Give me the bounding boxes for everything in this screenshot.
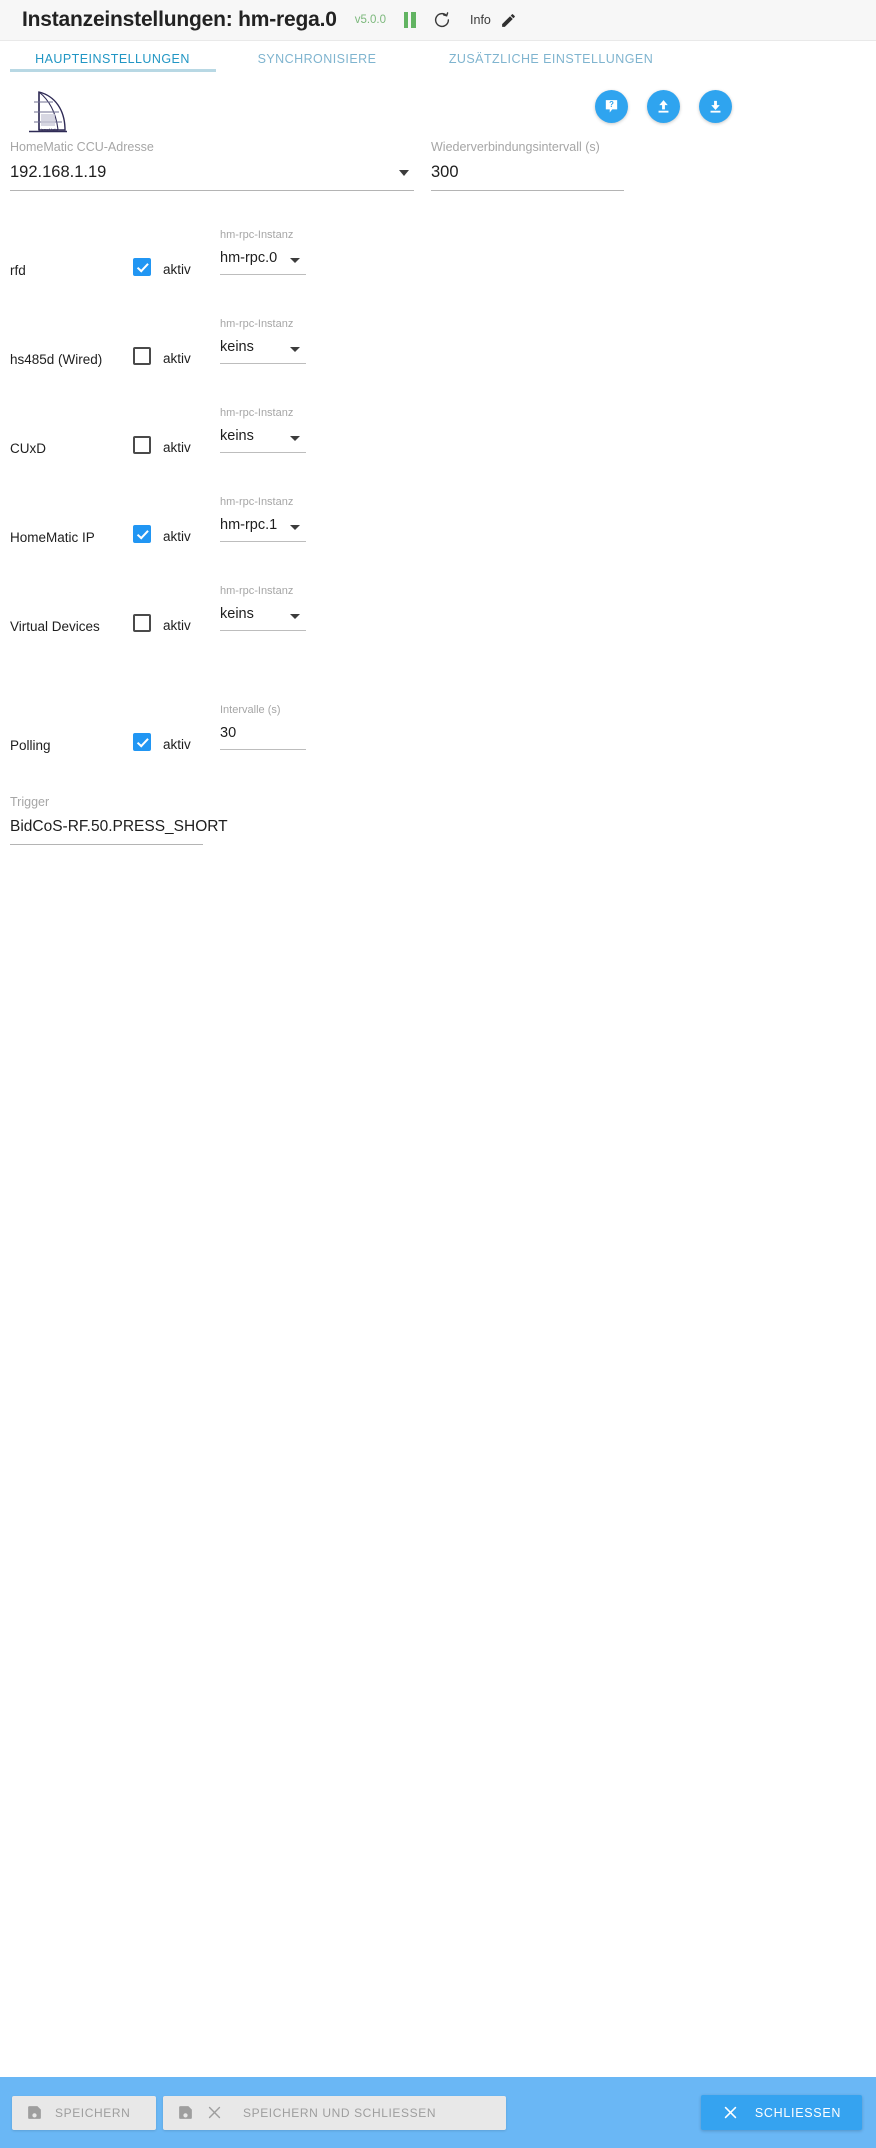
tab-haupteinstellungen[interactable]: HAUPTEINSTELLUNGEN: [10, 50, 215, 66]
ccu-address-field[interactable]: HomeMatic CCU-Adresse 192.168.1.19: [10, 140, 414, 191]
select-label-cuxd: hm-rpc-Instanz: [220, 407, 294, 419]
polling-interval-underline: [220, 749, 306, 750]
chevron-down-icon[interactable]: [290, 347, 300, 352]
checkbox-label-polling: aktiv: [163, 737, 191, 752]
floppy-disk-icon: [177, 2104, 194, 2121]
polling-interval-label: Intervalle (s): [220, 704, 281, 716]
homematic-logo: HomeMatic: [23, 84, 71, 136]
row-label-hs485d: hs485d (Wired): [10, 352, 103, 367]
checkbox-label-virtual-devices: aktiv: [163, 618, 191, 633]
reconnect-interval-label: Wiederverbindungsintervall (s): [431, 140, 600, 154]
select-underline-homematic-ip: [220, 541, 306, 542]
action-button-group: ?: [595, 90, 732, 123]
row-label-cuxd: CUxD: [10, 441, 46, 456]
download-button[interactable]: [699, 90, 732, 123]
row-label-rfd: rfd: [10, 263, 26, 278]
trigger-value[interactable]: BidCoS-RF.50.PRESS_SHORT: [10, 809, 228, 836]
window-header: Instanzeinstellungen: hm-rega.0 v5.0.0 I…: [0, 0, 876, 41]
svg-text:?: ?: [609, 100, 614, 109]
pencil-icon[interactable]: [500, 12, 517, 29]
chevron-down-icon[interactable]: [290, 614, 300, 619]
save-and-close-button-label: SPEICHERN UND SCHLIESSEN: [243, 2105, 437, 2120]
ccu-address-underline: [10, 190, 414, 191]
select-rfd-instance[interactable]: hm-rpc-Instanz hm-rpc.0: [220, 229, 306, 275]
checkbox-label-homematic-ip: aktiv: [163, 529, 191, 544]
reconnect-interval-value[interactable]: 300: [431, 154, 624, 182]
chevron-down-icon[interactable]: [399, 170, 409, 176]
select-virtual-devices-instance[interactable]: hm-rpc-Instanz keins: [220, 585, 306, 631]
select-underline-hs485d: [220, 363, 306, 364]
polling-interval-field[interactable]: Intervalle (s) 30: [220, 704, 306, 750]
reconnect-interval-field[interactable]: Wiederverbindungsintervall (s) 300: [431, 140, 624, 191]
trigger-field[interactable]: Trigger BidCoS-RF.50.PRESS_SHORT: [10, 795, 228, 845]
select-underline-rfd: [220, 274, 306, 275]
row-label-polling: Polling: [10, 738, 51, 753]
adapter-settings-window: Instanzeinstellungen: hm-rega.0 v5.0.0 I…: [0, 0, 876, 2148]
chevron-down-icon[interactable]: [290, 258, 300, 263]
tab-zusaetzliche-einstellungen[interactable]: ZUSÄTZLICHE EINSTELLUNGEN: [420, 50, 682, 66]
checkbox-label-hs485d: aktiv: [163, 351, 191, 366]
bottom-action-bar: SPEICHERN SPEICHERN UND SCHLIESSEN SCHLI…: [0, 2077, 876, 2148]
close-button[interactable]: SCHLIESSEN: [701, 2095, 862, 2130]
checkbox-virtual-devices[interactable]: [133, 614, 151, 632]
reconnect-interval-underline: [431, 190, 624, 191]
tab-bar: HAUPTEINSTELLUNGEN SYNCHRONISIERE ZUSÄTZ…: [0, 41, 876, 74]
checkbox-label-cuxd: aktiv: [163, 440, 191, 455]
select-underline-cuxd: [220, 452, 306, 453]
page-title: Instanzeinstellungen: hm-rega.0: [22, 8, 337, 31]
active-tab-indicator: [10, 69, 216, 72]
checkbox-cuxd[interactable]: [133, 436, 151, 454]
save-and-close-button[interactable]: SPEICHERN UND SCHLIESSEN: [163, 2095, 506, 2130]
save-button[interactable]: SPEICHERN: [12, 2095, 156, 2130]
select-label-homematic-ip: hm-rpc-Instanz: [220, 496, 294, 508]
chevron-down-icon[interactable]: [290, 436, 300, 441]
trigger-underline: [10, 844, 203, 845]
checkbox-hs485d[interactable]: [133, 347, 151, 365]
checkbox-homematic-ip[interactable]: [133, 525, 151, 543]
ccu-address-value[interactable]: 192.168.1.19: [10, 154, 414, 182]
logo-caption: HomeMatic: [39, 128, 59, 132]
ccu-address-label: HomeMatic CCU-Adresse: [10, 140, 154, 154]
select-label-hs485d: hm-rpc-Instanz: [220, 318, 294, 330]
select-label-virtual-devices: hm-rpc-Instanz: [220, 585, 294, 597]
polling-interval-value[interactable]: 30: [220, 716, 306, 741]
version-badge: v5.0.0: [354, 14, 387, 26]
checkbox-polling[interactable]: [133, 733, 151, 751]
refresh-icon[interactable]: [433, 11, 451, 29]
checkbox-rfd[interactable]: [133, 258, 151, 276]
tab-synchronisiere[interactable]: SYNCHRONISIERE: [232, 50, 402, 66]
chevron-down-icon[interactable]: [290, 525, 300, 530]
select-homematic-ip-instance[interactable]: hm-rpc-Instanz hm-rpc.1: [220, 496, 306, 542]
trigger-label: Trigger: [10, 795, 50, 809]
close-button-label: SCHLIESSEN: [754, 2105, 842, 2120]
checkbox-label-rfd: aktiv: [163, 262, 191, 277]
row-label-virtual-devices: Virtual Devices: [10, 619, 100, 634]
x-icon: [206, 2104, 223, 2121]
save-button-label: SPEICHERN: [55, 2105, 131, 2120]
x-icon: [722, 2104, 739, 2121]
select-underline-virtual-devices: [220, 630, 306, 631]
settings-content: HomeMatic ? HomeMatic CCU-Adresse 192.16…: [0, 74, 876, 2074]
row-label-homematic-ip: HomeMatic IP: [10, 530, 95, 545]
select-hs485d-instance[interactable]: hm-rpc-Instanz keins: [220, 318, 306, 364]
select-cuxd-instance[interactable]: hm-rpc-Instanz keins: [220, 407, 306, 453]
upload-button[interactable]: [647, 90, 680, 123]
info-label[interactable]: Info: [470, 13, 491, 27]
pause-icon[interactable]: [403, 12, 416, 28]
select-label-rfd: hm-rpc-Instanz: [220, 229, 294, 241]
help-button[interactable]: ?: [595, 90, 628, 123]
floppy-disk-icon: [26, 2104, 43, 2121]
